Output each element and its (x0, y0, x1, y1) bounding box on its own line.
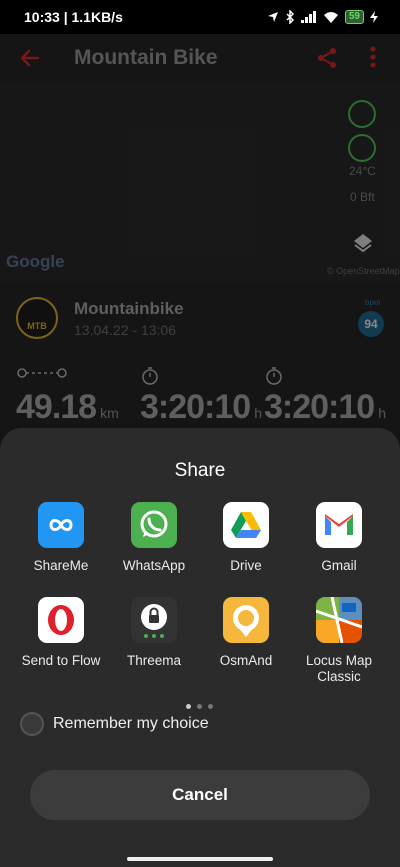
app-label: Locus Map Classic (305, 653, 373, 684)
share-target-threema[interactable]: Threema (108, 597, 200, 669)
cancel-button[interactable]: Cancel (30, 770, 370, 820)
wifi-icon (323, 12, 338, 23)
locus-map-icon (316, 597, 362, 643)
share-target-gmail[interactable]: Gmail (293, 502, 385, 574)
app-label: ShareMe (33, 558, 89, 573)
page-dot (197, 704, 202, 709)
app-label: Gmail (321, 558, 357, 573)
drive-icon (223, 502, 269, 548)
threema-icon (131, 597, 177, 643)
share-sheet: Share ShareMe WhatsApp Drive Gmail Send … (0, 428, 400, 867)
share-target-whatsapp[interactable]: WhatsApp (108, 502, 200, 574)
page-dot-active (186, 704, 191, 709)
home-indicator[interactable] (127, 857, 273, 861)
share-target-osmand[interactable]: OsmAnd (200, 597, 292, 669)
status-icons: 59 (267, 10, 378, 24)
shareme-icon (38, 502, 84, 548)
share-target-locus-map[interactable]: Locus Map Classic (293, 597, 385, 685)
app-label: WhatsApp (122, 558, 186, 573)
page-indicator (186, 704, 213, 709)
charging-icon (370, 11, 378, 23)
remember-choice-row[interactable]: Remember my choice (20, 711, 209, 737)
share-sheet-title: Share (174, 460, 226, 481)
status-time-speed: 10:33 | 1.1KB/s (24, 9, 123, 25)
share-target-drive[interactable]: Drive (200, 502, 292, 574)
app-label: Threema (126, 653, 182, 668)
app-label: OsmAnd (219, 653, 273, 668)
whatsapp-icon (131, 502, 177, 548)
gmail-icon (316, 502, 362, 548)
location-icon (267, 12, 278, 22)
share-target-shareme[interactable]: ShareMe (15, 502, 107, 574)
osmand-icon (223, 597, 269, 643)
app-label: Send to Flow (21, 653, 101, 668)
opera-icon (38, 597, 84, 643)
share-target-send-to-flow[interactable]: Send to Flow (15, 597, 107, 669)
battery-icon: 59 (344, 10, 364, 24)
bluetooth-icon (286, 10, 294, 24)
page-dot (208, 704, 213, 709)
signal-icon (300, 11, 316, 23)
status-bar: 10:33 | 1.1KB/s 59 (0, 0, 400, 34)
remember-label: Remember my choice (53, 715, 209, 732)
app-label: Drive (230, 558, 262, 573)
remember-checkbox[interactable] (20, 712, 44, 736)
